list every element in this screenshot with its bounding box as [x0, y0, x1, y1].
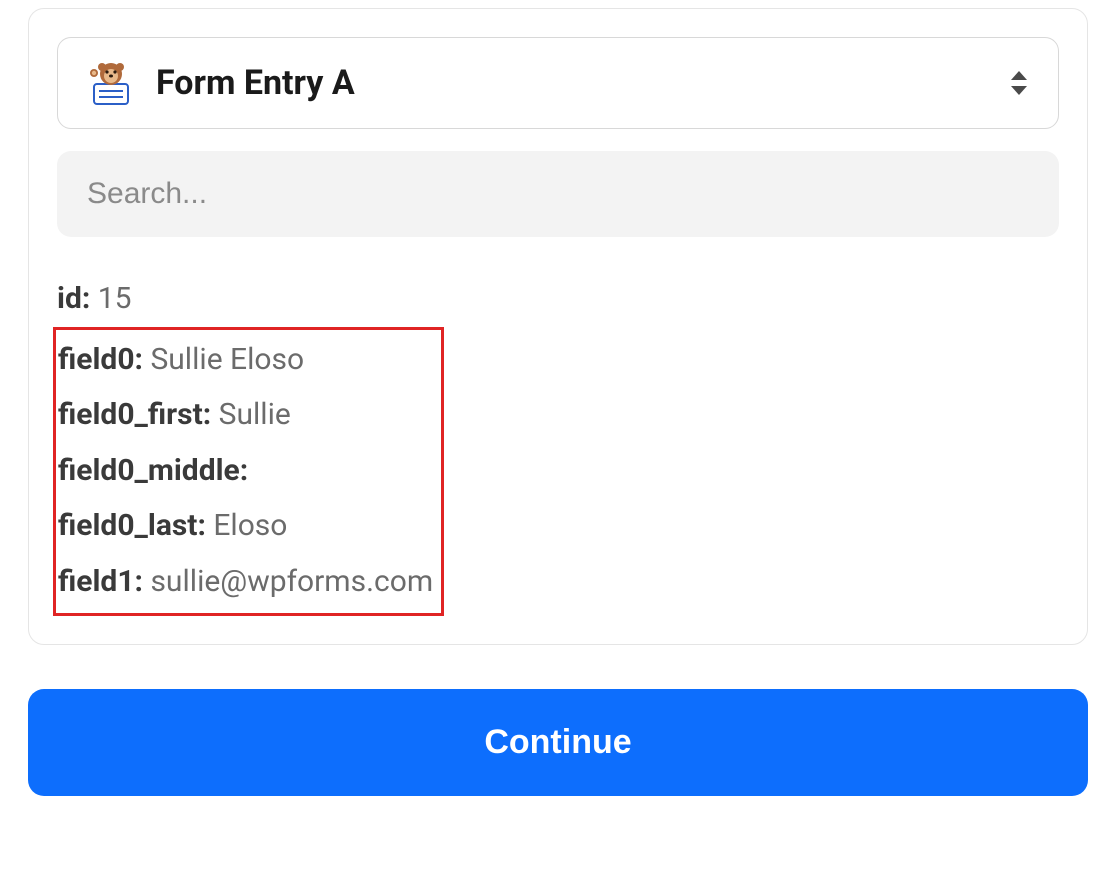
entry-id-row: id: 15 — [57, 271, 1059, 327]
entry-id-key: id: — [57, 281, 90, 316]
entry-field1-key: field1: — [58, 564, 143, 599]
sort-icon — [1008, 69, 1030, 97]
entry-data-list: id: 15 field0: Sullie Eloso field0_first… — [57, 271, 1059, 616]
entry-id-value: 15 — [98, 281, 132, 316]
search-input[interactable] — [57, 151, 1059, 237]
entry-field0-first-value: Sullie — [219, 397, 291, 432]
form-selector-title: Form Entry A — [156, 63, 355, 103]
entry-field1-value: sullie@wpforms.com — [150, 564, 433, 599]
entry-field0-last-key: field0_last: — [58, 508, 206, 543]
continue-button[interactable]: Continue — [28, 689, 1088, 796]
form-entry-panel: Form Entry A id: 15 field0: Sullie Eloso… — [28, 8, 1088, 645]
mascot-icon — [86, 58, 136, 108]
entry-field0-middle-key: field0_middle: — [58, 453, 248, 488]
entry-field0-last-row: field0_last: Eloso — [58, 498, 433, 554]
entry-field0-key: field0: — [58, 342, 143, 377]
entry-field0-first-key: field0_first: — [58, 397, 211, 432]
highlight-box: field0: Sullie Eloso field0_first: Sulli… — [53, 327, 444, 617]
search-wrap — [57, 151, 1059, 237]
entry-field0-value: Sullie Eloso — [150, 342, 304, 377]
entry-field0-first-row: field0_first: Sullie — [58, 387, 433, 443]
entry-field0-row: field0: Sullie Eloso — [58, 332, 433, 388]
entry-field0-last-value: Eloso — [213, 508, 287, 543]
form-selector-left: Form Entry A — [86, 58, 355, 108]
entry-field0-middle-row: field0_middle: — [58, 443, 433, 499]
entry-field1-row: field1: sullie@wpforms.com — [58, 554, 433, 610]
form-selector[interactable]: Form Entry A — [57, 37, 1059, 129]
